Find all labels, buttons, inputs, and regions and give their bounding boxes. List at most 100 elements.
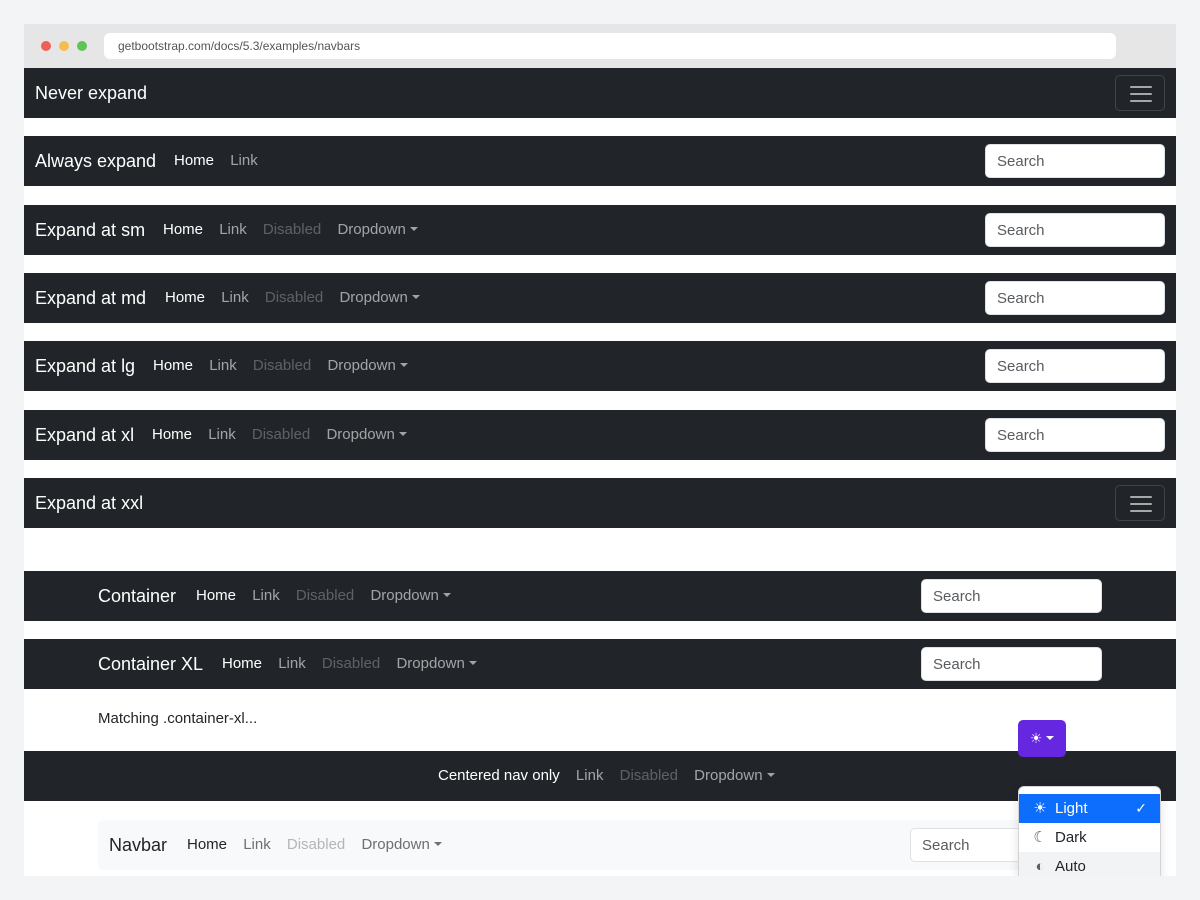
caret-down-icon [1046,736,1055,741]
theme-option-label: Dark [1055,829,1087,846]
nav-dropdown[interactable]: Dropdown [327,357,408,374]
nav-links: Home Link [174,136,258,186]
navbar-brand[interactable]: Navbar [109,820,167,870]
nav-disabled-link: Disabled [295,587,355,604]
address-bar[interactable]: getbootstrap.com/docs/5.3/examples/navba… [104,33,1116,59]
nav-disabled-link: Disabled [619,767,678,784]
nav-disabled-link: Disabled [264,289,324,306]
search-input[interactable] [985,213,1165,247]
nav-dropdown-label: Dropdown [396,655,465,672]
nav-centered-active-link[interactable]: Centered nav only [438,767,560,784]
nav-dropdown[interactable]: Dropdown [370,587,451,604]
nav-dropdown-label: Dropdown [327,357,396,374]
nav-dropdown[interactable]: Dropdown [361,836,442,853]
navbar-expand-xl: Expand at xl Home Link Disabled Dropdown [24,410,1176,460]
search-input[interactable] [985,418,1165,452]
theme-option-light[interactable]: ☀ Light ✓ [1019,794,1160,823]
check-icon: ✓ [1135,800,1147,816]
nav-link[interactable]: Link [219,221,247,238]
nav-dropdown[interactable]: Dropdown [396,655,477,672]
nav-dropdown-label: Dropdown [326,426,395,443]
nav-link[interactable]: Link [230,152,258,169]
moon-stars-icon: ☾ [1033,829,1047,846]
theme-option-label: Auto [1055,858,1086,875]
search-input[interactable] [985,144,1165,178]
theme-option-dark[interactable]: ☾ Dark [1019,823,1160,852]
nav-links: Home Link Disabled Dropdown [196,571,451,621]
nav-dropdown[interactable]: Dropdown [326,426,407,443]
nav-dropdown-label: Dropdown [339,289,408,306]
nav-disabled-link: Disabled [286,836,346,853]
nav-disabled-link: Disabled [262,221,322,238]
hamburger-icon-line [1130,510,1152,512]
search-input[interactable] [985,281,1165,315]
theme-toggle-button[interactable]: ☀ [1018,720,1066,757]
maximize-window-button[interactable] [77,41,87,51]
search-input[interactable] [921,579,1102,613]
hamburger-icon [1130,86,1152,88]
nav-link[interactable]: Link [221,289,249,306]
matching-container-text: Matching .container-xl... [98,710,258,727]
nav-home-link[interactable]: Home [152,426,192,443]
navbar-brand[interactable]: Expand at md [35,273,146,323]
navbar-expand-md: Expand at md Home Link Disabled Dropdown [24,273,1176,323]
hamburger-icon [1130,496,1152,498]
navbar-brand[interactable]: Expand at sm [35,205,145,255]
nav-link[interactable]: Link [243,836,271,853]
navbar-brand[interactable]: Container [98,571,176,621]
navbar-always-expand: Always expand Home Link [24,136,1176,186]
hamburger-icon-line [1130,93,1152,95]
theme-option-auto[interactable]: ◐ Auto [1019,852,1160,876]
circle-half-icon: ◐ [1035,858,1045,875]
nav-dropdown-label: Dropdown [370,587,439,604]
nav-link[interactable]: Link [278,655,306,672]
nav-links: Home Link Disabled Dropdown [165,273,420,323]
navbar-brand[interactable]: Container XL [98,639,203,689]
navbar-expand-sm: Expand at sm Home Link Disabled Dropdown [24,205,1176,255]
navbar-toggler-button[interactable] [1115,75,1165,111]
nav-home-link[interactable]: Home [165,289,205,306]
navbar-brand[interactable]: Never expand [35,68,147,118]
theme-option-label: Light [1055,800,1088,817]
nav-home-link[interactable]: Home [196,587,236,604]
nav-link[interactable]: Link [209,357,237,374]
nav-link[interactable]: Link [208,426,236,443]
search-input[interactable] [921,647,1102,681]
navbar-brand[interactable]: Expand at xxl [35,478,143,528]
navbar-container-xl: Container XL Home Link Disabled Dropdown [24,639,1176,689]
navbar-never-expand: Never expand [24,68,1176,118]
navbar-brand[interactable]: Always expand [35,136,156,186]
caret-down-icon [442,593,451,598]
nav-disabled-link: Disabled [321,655,381,672]
nav-dropdown[interactable]: Dropdown [694,767,775,784]
nav-home-link[interactable]: Home [187,836,227,853]
navbar-toggler-button[interactable] [1115,485,1165,521]
caret-down-icon [468,661,477,666]
caret-down-icon [766,773,775,778]
navbar-expand-xxl: Expand at xxl [24,478,1176,528]
nav-home-link[interactable]: Home [174,152,214,169]
navbar-brand[interactable]: Expand at lg [35,341,135,391]
sun-icon: ☀ [1029,730,1043,746]
nav-home-link[interactable]: Home [153,357,193,374]
page-viewport: Never expand Always expand Home Link Exp… [24,68,1176,876]
hamburger-icon-line [1130,503,1152,505]
minimize-window-button[interactable] [59,41,69,51]
nav-dropdown[interactable]: Dropdown [337,221,418,238]
browser-window: getbootstrap.com/docs/5.3/examples/navba… [24,24,1176,876]
nav-disabled-link: Disabled [251,426,311,443]
nav-dropdown[interactable]: Dropdown [339,289,420,306]
caret-down-icon [433,842,442,847]
nav-dropdown-label: Dropdown [361,836,430,853]
nav-home-link[interactable]: Home [163,221,203,238]
sun-icon: ☀ [1033,800,1047,817]
caret-down-icon [409,227,418,232]
nav-home-link[interactable]: Home [222,655,262,672]
nav-link[interactable]: Link [576,767,604,784]
nav-link[interactable]: Link [252,587,280,604]
close-window-button[interactable] [41,41,51,51]
navbar-container: Container Home Link Disabled Dropdown [24,571,1176,621]
search-input[interactable] [985,349,1165,383]
navbar-brand[interactable]: Expand at xl [35,410,134,460]
navbar-light: Navbar Home Link Disabled Dropdown [98,820,1102,870]
